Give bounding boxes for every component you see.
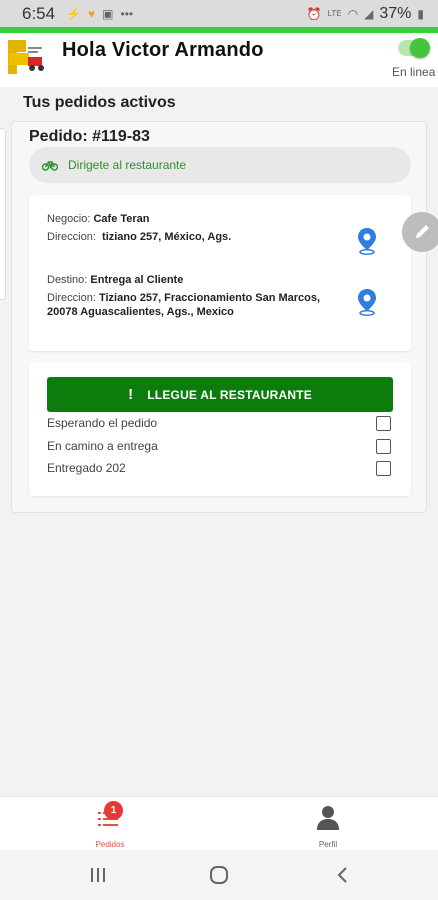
section-title: Tus pedidos activos [23, 94, 176, 111]
home-icon[interactable] [209, 865, 229, 885]
business-address-label: Direccion: [47, 231, 96, 243]
nav-profile[interactable]: Perfil [298, 797, 358, 851]
checkbox[interactable] [376, 415, 391, 431]
greeting-title: Hola Victor Armando [62, 39, 264, 61]
checklist-row[interactable]: En camino a entrega [47, 437, 393, 455]
battery-icon: ▮ [417, 6, 424, 21]
person-icon [317, 806, 339, 830]
business-address: tiziano 257, México, Ags. [98, 231, 232, 243]
destination-address-label: Direccion: [47, 292, 96, 304]
bicycle-icon [42, 160, 58, 171]
toggle-knob [410, 38, 430, 58]
online-toggle[interactable] [398, 38, 430, 58]
back-icon[interactable] [333, 865, 353, 885]
order-status-pill: Dirigete al restaurante [29, 147, 411, 183]
clock: 6:54 [22, 3, 56, 23]
destination-address-2: 20078 Aguascalientes, Ags., Mexico [47, 306, 234, 318]
notification-icon: ⚡ [66, 6, 82, 21]
checklist-row[interactable]: Esperando el pedido [47, 414, 393, 432]
heart-icon: ♥ [88, 6, 96, 21]
arrived-restaurant-label: LLEGUE AL RESTAURANTE [147, 387, 312, 402]
nav-orders-label: Pedidos [95, 840, 125, 849]
wifi-icon: ◠ [347, 6, 359, 21]
exclamation-icon: ! [128, 386, 134, 403]
status-bar: 6:54 ⚡ ♥ ▣ ••• ⏰ LTE ◠ ◢ 37% ▮ [0, 0, 438, 27]
destination-line: Destino: Entrega al Cliente [47, 274, 183, 286]
system-nav-bar [0, 850, 438, 900]
edit-button[interactable] [402, 212, 438, 252]
destination-address-line: Direccion: Tiziano 257, Fraccionamiento … [47, 292, 320, 304]
map-pin-icon[interactable] [356, 288, 378, 316]
online-label: En linea [392, 65, 436, 79]
destination-address-line-2: 20078 Aguascalientes, Ags., Mexico [47, 306, 234, 318]
app-logo [6, 37, 50, 77]
battery-percent: 37% [379, 4, 412, 22]
destination-label: Destino: [47, 274, 88, 286]
business-line: Negocio: Cafe Teran [47, 213, 150, 225]
checklist-label: En camino a entrega [47, 439, 158, 453]
image-icon: ▣ [102, 6, 114, 21]
nav-orders[interactable]: 1 Pedidos [80, 797, 140, 851]
order-status-text: Dirigete al restaurante [68, 158, 187, 172]
checkbox[interactable] [376, 460, 391, 476]
bottom-nav: 1 Pedidos Perfil [0, 796, 438, 850]
lte-icon: LTE [327, 9, 342, 18]
business-name: Cafe Teran [93, 213, 150, 225]
checklist-label: Entregado 202 [47, 461, 126, 475]
signal-icon: ◢ [364, 6, 374, 21]
recent-apps-icon[interactable] [88, 865, 108, 885]
order-title: Pedido: #119-83 [29, 128, 150, 145]
previous-order-card[interactable] [0, 128, 6, 300]
alarm-icon: ⏰ [306, 6, 322, 21]
business-label: Negocio: [47, 213, 91, 225]
checkbox[interactable] [376, 438, 391, 454]
checklist-row[interactable]: Entregado 202 [47, 459, 393, 477]
more-icon: ••• [120, 6, 134, 21]
checklist-label: Esperando el pedido [47, 416, 158, 430]
destination-address-1: Tiziano 257, Fraccionamiento San Marcos, [98, 292, 321, 304]
business-address-line: Direccion: tiziano 257, México, Ags. [47, 231, 231, 243]
nav-profile-label: Perfil [318, 840, 338, 849]
arrived-restaurant-button[interactable]: ! LLEGUE AL RESTAURANTE [47, 377, 393, 412]
destination-value: Entrega al Cliente [90, 274, 184, 286]
app-header: Hola Victor Armando En linea [0, 33, 438, 87]
map-pin-icon[interactable] [356, 227, 378, 255]
orders-badge: 1 [104, 801, 123, 820]
